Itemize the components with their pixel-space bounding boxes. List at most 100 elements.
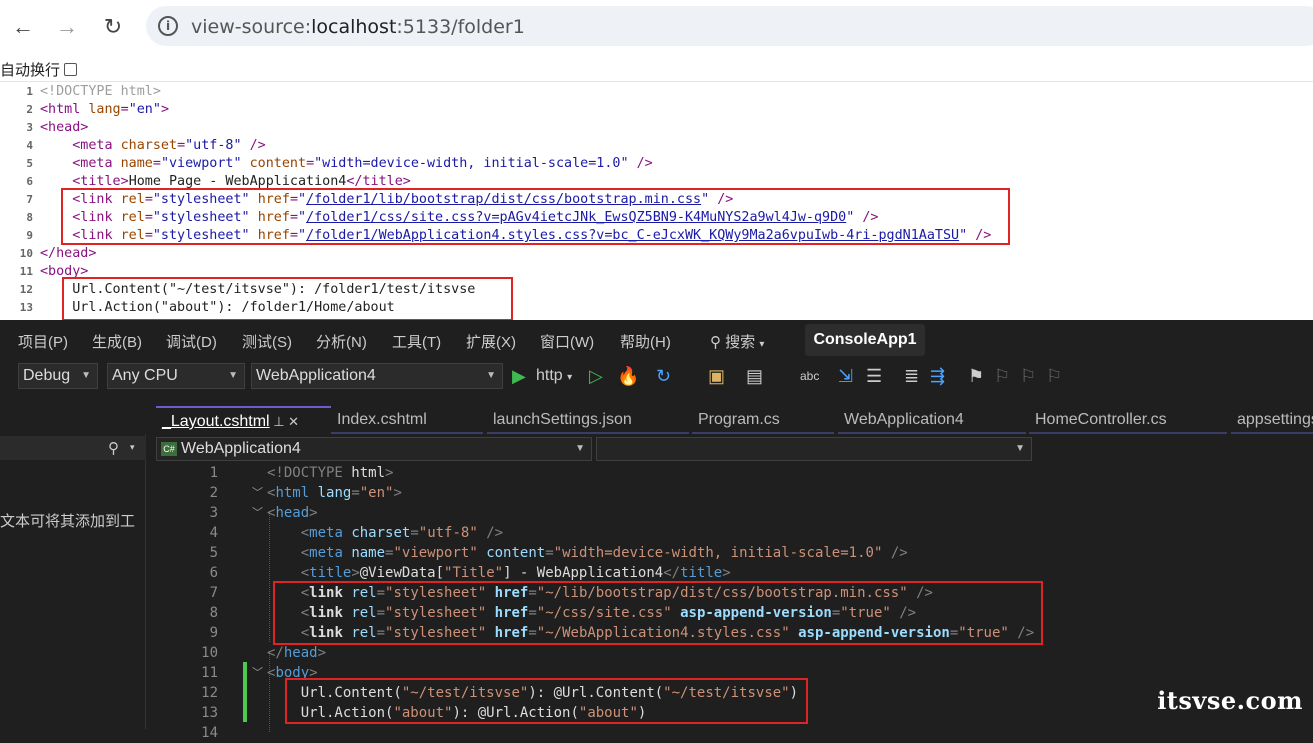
format-icon[interactable]: ☰ <box>866 364 882 388</box>
chevron-down-icon: ▾ <box>567 372 573 383</box>
tab-close-icon[interactable]: ⊥ ✕ <box>270 414 299 429</box>
standard-toolbar: Debug ▼ Any CPU ▼ WebApplication4 ▼ ▶ http … <box>0 360 1313 392</box>
member-nav-dropdown[interactable]: ▼ <box>596 437 1032 461</box>
line-number: 12 <box>19 283 33 296</box>
solution-name[interactable]: ConsoleApp1 <box>805 324 925 356</box>
document-tab[interactable]: WebApplication4 <box>838 406 1026 434</box>
menu-item[interactable]: 窗口(W) <box>540 331 594 352</box>
pane-hint-text: 文本可将其添加到工 <box>0 513 136 530</box>
search-label: 搜索 <box>725 334 756 351</box>
line-number: 12 <box>201 685 218 701</box>
line-number: 3 <box>209 505 218 521</box>
url-scheme: view-source: <box>191 16 312 38</box>
csharp-icon: C# <box>161 442 177 456</box>
document-tab[interactable]: _Layout.cshtml ⊥ ✕ <box>156 406 332 434</box>
menu-item[interactable]: 项目(P) <box>18 331 68 352</box>
source-line: 4 <meta charset="utf-8" /> <box>0 137 1313 155</box>
start-without-debug-icon[interactable]: ▷ <box>589 364 603 388</box>
code-line: 3 ﹀ <head> <box>156 503 1313 523</box>
back-icon[interactable]: ← <box>6 10 40 44</box>
configuration-dropdown[interactable]: Debug ▼ <box>18 363 98 389</box>
open-folder-icon[interactable]: ▣ <box>708 364 725 388</box>
source-line: 5 <meta name="viewport" content="width=d… <box>0 155 1313 173</box>
tab-label: HomeController.cs <box>1035 411 1167 428</box>
code-line: 5 <meta name="viewport" content="width=d… <box>156 543 1313 563</box>
tab-label: Program.cs <box>698 411 780 428</box>
line-number: 8 <box>26 211 33 224</box>
step-icon[interactable]: ⇲ <box>838 364 853 388</box>
line-number: 11 <box>19 265 33 278</box>
platform-dropdown[interactable]: Any CPU ▼ <box>107 363 245 389</box>
platform-value: Any CPU <box>112 367 178 384</box>
next-bookmark-icon[interactable]: ⚐ <box>1020 364 1036 388</box>
project-nav-dropdown[interactable]: C# WebApplication4 ▼ <box>156 437 592 461</box>
configuration-value: Debug <box>23 367 71 384</box>
menu-item[interactable]: 扩展(X) <box>466 331 516 352</box>
code-line: 10 </head> <box>156 643 1313 663</box>
menu-item[interactable]: 调试(D) <box>166 331 217 352</box>
line-number: 5 <box>26 157 33 170</box>
outdent-icon[interactable]: ≣ <box>904 364 919 388</box>
fold-toggle-icon[interactable]: ﹀ <box>252 503 263 523</box>
save-icon[interactable]: ▤ <box>746 364 763 388</box>
line-number: 8 <box>209 605 218 621</box>
chevron-down-icon: ▼ <box>486 370 496 381</box>
document-tab[interactable]: launchSettings.json <box>487 406 689 434</box>
line-number: 5 <box>209 545 218 561</box>
fold-toggle-icon[interactable]: ﹀ <box>252 483 263 503</box>
clear-bookmark-icon[interactable]: ⚐ <box>1046 364 1062 388</box>
visual-studio-window: 项目(P) 生成(B) 调试(D) 测试(S) 分析(N) 工具(T) 扩展(X) 窗口(W)… <box>0 320 1313 741</box>
restart-icon[interactable]: ↻ <box>656 364 671 388</box>
chevron-down-icon: ▼ <box>228 370 238 381</box>
menu-item[interactable]: 测试(S) <box>242 331 292 352</box>
site-info-icon[interactable]: i <box>158 16 178 36</box>
document-tabs: _Layout.cshtml ⊥ ✕ Index.cshtml launchSett… <box>0 406 1313 434</box>
search-menu[interactable]: ⚲ 搜索 ▾ <box>710 331 764 352</box>
fold-toggle-icon[interactable]: ﹀ <box>252 663 263 683</box>
line-number: 9 <box>209 625 218 641</box>
line-number: 2 <box>26 103 33 116</box>
run-profile-button[interactable]: http ▾ <box>536 364 572 390</box>
spell-check-icon[interactable]: abc <box>800 364 819 388</box>
browser-toolbar: ← → ↻ i view-source:localhost:5133/folde… <box>0 0 1313 54</box>
line-wrap-toggle[interactable]: 自动换行 <box>0 58 78 80</box>
hot-reload-icon[interactable]: 🔥 <box>617 364 639 388</box>
document-tab[interactable]: Index.cshtml <box>331 406 483 434</box>
line-number: 1 <box>209 465 218 481</box>
tab-label: Index.cshtml <box>337 411 427 428</box>
code-text: <title>@ViewData["Title"] - WebApplicati… <box>300 565 731 581</box>
source-line: 1 <!DOCTYPE html> <box>0 83 1313 101</box>
search-icon: ⚲ <box>710 334 721 351</box>
forward-icon[interactable]: → <box>50 10 84 44</box>
reload-icon[interactable]: ↻ <box>96 10 130 44</box>
code-text: </head> <box>267 645 327 661</box>
bookmark-icon[interactable]: ⚑ <box>968 364 984 388</box>
editor-nav-bar: C# WebApplication4 ▼ ▼ <box>156 436 1313 462</box>
address-url[interactable]: view-source:localhost:5133/folder1 <box>191 16 525 38</box>
document-tab[interactable]: HomeController.cs <box>1029 406 1227 434</box>
startup-project-dropdown[interactable]: WebApplication4 ▼ <box>251 363 503 389</box>
source-text: <!DOCTYPE html> <box>40 84 161 99</box>
document-tab[interactable]: Program.cs <box>692 406 834 434</box>
code-line: 2 ﹀ <html lang="en"> <box>156 483 1313 503</box>
solution-explorer-pane: ▼ ⊥ ✕ ⚲ ▾ 文本可将其添加到工 <box>0 406 146 729</box>
prev-bookmark-icon[interactable]: ⚐ <box>994 364 1010 388</box>
address-bar[interactable]: i view-source:localhost:5133/folder1 <box>146 6 1313 46</box>
comment-icon[interactable]: ⇶ <box>930 364 945 388</box>
menu-item[interactable]: 工具(T) <box>392 331 441 352</box>
start-debug-icon[interactable]: ▶ <box>512 364 526 388</box>
tab-label: _Layout.cshtml <box>162 413 270 430</box>
source-line: 2 <html lang="en"> <box>0 101 1313 119</box>
menu-item[interactable]: 生成(B) <box>92 331 142 352</box>
tab-label: WebApplication4 <box>844 411 964 428</box>
chevron-down-icon[interactable]: ▾ <box>130 442 135 453</box>
code-text: <!DOCTYPE html> <box>267 465 394 481</box>
menu-item[interactable]: 帮助(H) <box>620 331 671 352</box>
tab-label: appsettings <box>1237 411 1313 428</box>
pane-search-input[interactable]: ⚲ ▾ <box>0 436 146 460</box>
code-text: <head> <box>267 505 318 521</box>
document-tab[interactable]: appsettings <box>1231 406 1313 434</box>
line-wrap-checkbox[interactable] <box>64 62 78 76</box>
menu-item[interactable]: 分析(N) <box>316 331 367 352</box>
highlight-box-url-output <box>62 277 513 321</box>
